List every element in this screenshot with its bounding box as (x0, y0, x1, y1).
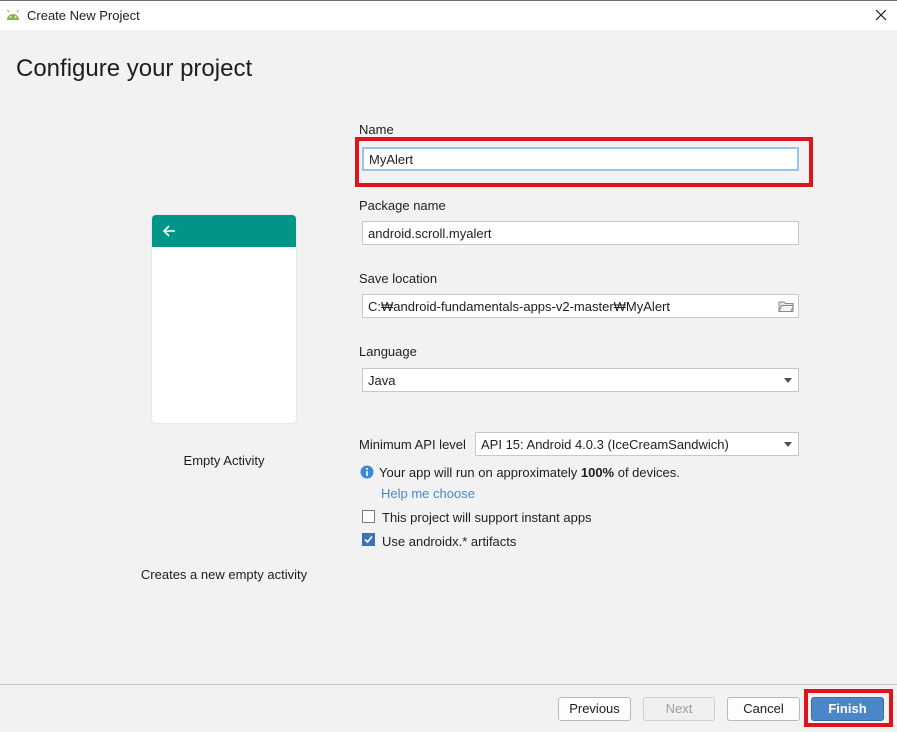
min-api-dropdown[interactable]: API 15: Android 4.0.3 (IceCreamSandwich) (475, 432, 799, 456)
coverage-prefix: Your app will run on approximately (379, 465, 581, 480)
previous-button[interactable]: Previous (558, 697, 631, 721)
package-name-field[interactable] (362, 221, 799, 245)
template-preview (152, 215, 296, 423)
language-value: Java (368, 373, 396, 388)
coverage-percent: 100% (580, 465, 615, 480)
name-highlight-box (355, 137, 813, 187)
close-icon[interactable] (873, 7, 889, 23)
min-api-label: Minimum API level (359, 437, 466, 452)
save-location-field[interactable]: C:₩android-fundamentals-apps-v2-master₩M… (362, 294, 799, 318)
language-label: Language (359, 344, 417, 359)
help-me-choose-link[interactable]: Help me choose (381, 486, 475, 501)
save-location-value: C:₩android-fundamentals-apps-v2-master₩M… (368, 299, 670, 314)
language-dropdown[interactable]: Java (362, 368, 799, 392)
finish-highlight-box (804, 689, 893, 727)
template-description: Creates a new empty activity (140, 567, 308, 582)
chevron-down-icon (784, 442, 792, 447)
name-label: Name (359, 122, 394, 137)
min-api-value: API 15: Android 4.0.3 (IceCreamSandwich) (481, 437, 729, 452)
coverage-suffix: of devices. (614, 465, 680, 480)
device-coverage-text: Your app will run on approximately 100% … (379, 465, 680, 480)
save-location-label: Save location (359, 271, 438, 286)
footer-divider (0, 684, 897, 685)
androidx-label: Use androidx.* artifacts (382, 534, 517, 549)
android-icon (7, 9, 19, 20)
package-name-label: Package name (359, 198, 446, 213)
template-name: Empty Activity (183, 453, 265, 468)
checkmark-icon (364, 535, 373, 544)
back-arrow-icon (162, 225, 175, 237)
cancel-button[interactable]: Cancel (727, 697, 800, 721)
title-bar: Create New Project (0, 0, 897, 30)
folder-icon[interactable] (778, 299, 794, 313)
instant-apps-checkbox[interactable] (362, 510, 375, 523)
info-icon (360, 465, 374, 479)
androidx-checkbox[interactable] (362, 533, 375, 546)
chevron-down-icon (784, 378, 792, 383)
next-button[interactable]: Next (643, 697, 715, 721)
page-title: Configure your project (16, 55, 253, 82)
instant-apps-label: This project will support instant apps (382, 510, 592, 525)
preview-app-bar (152, 215, 296, 247)
window-title: Create New Project (27, 8, 140, 23)
